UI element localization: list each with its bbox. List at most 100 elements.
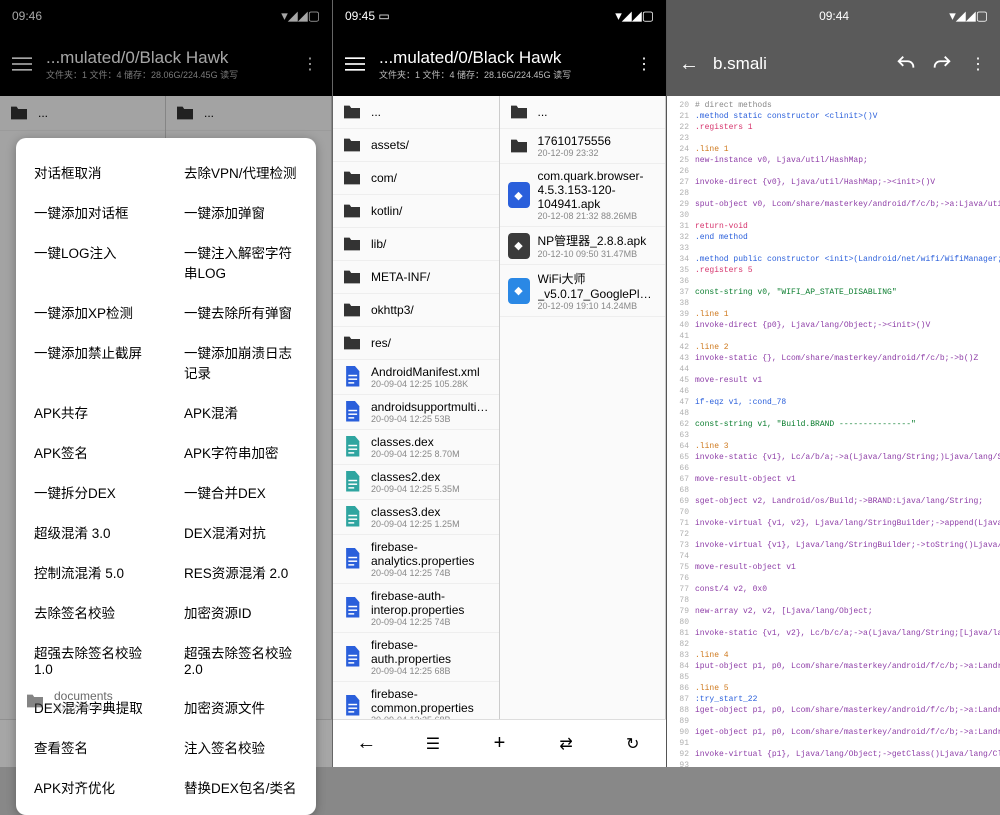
menu-item[interactable]: 对话框取消 [16,152,166,192]
menu-item[interactable]: 去除VPN/代理检测 [166,152,316,192]
left-pane[interactable]: ... assets/com/kotlin/lib/META-INF/okhttp… [333,96,500,719]
menu-item[interactable]: RES资源混淆 2.0 [166,552,316,592]
undo-icon[interactable] [894,52,918,76]
file-row[interactable]: classes2.dex20-09-04 12:25 5.35M [333,465,499,500]
menu-item[interactable]: APK字符串加密 [166,432,316,472]
file-row[interactable]: ◆com.quark.browser-4.5.3.153-120-104941.… [500,164,666,227]
folder-icon [341,299,363,321]
back-icon[interactable]: ← [677,52,701,76]
file-row[interactable]: res/ [333,327,499,360]
more-icon[interactable]: ⋮ [966,52,990,76]
phone-screen-2: 09:45 ▭ ▾◢◢▢ ...mulated/0/Black Hawk 文件夹… [333,0,667,767]
more-icon[interactable]: ⋮ [632,52,656,76]
file-row[interactable]: assets/ [333,129,499,162]
back-button[interactable]: ← [350,728,382,760]
menu-item[interactable]: APK签名 [16,432,166,472]
menu-item[interactable]: 超级混淆 3.0 [16,512,166,552]
file-row[interactable]: 1761017555620-12-09 23:32 [500,129,666,164]
right-pane[interactable]: ...1761017555620-12-09 23:32◆com.quark.b… [500,96,667,719]
file-name: com/ [371,171,491,185]
sort-button[interactable]: ⇄ [550,728,582,760]
menu-item[interactable]: 一键添加弹窗 [166,192,316,232]
file-name: firebase-common.properties [371,687,491,715]
menu-item[interactable]: 一键添加禁止截屏 [16,332,166,392]
menu-item[interactable]: 注入签名校验 [166,727,316,767]
menu-item[interactable]: 去除签名校验 [16,592,166,632]
file-meta: 20-12-09 23:32 [538,148,658,158]
document-icon [341,597,363,619]
refresh-button[interactable]: ↻ [617,728,649,760]
folder-icon [24,690,46,712]
path-title: ...mulated/0/Black Hawk [379,48,620,68]
menu-item[interactable]: 超强去除签名校验2.0 [166,632,316,687]
folder-icon [341,233,363,255]
file-row[interactable]: classes.dex20-09-04 12:25 8.70M [333,430,499,465]
folder-icon [341,134,363,156]
menu-item[interactable]: 一键LOG注入 [16,232,166,292]
code-content[interactable]: # direct methods .method static construc… [693,96,1000,767]
file-row[interactable]: okhttp3/ [333,294,499,327]
menu-item[interactable]: 一键去除所有弹窗 [166,292,316,332]
file-row[interactable]: ... [500,96,666,129]
redo-icon[interactable] [930,52,954,76]
menu-item[interactable]: 替换DEX包名/类名 [166,767,316,807]
file-name: META-INF/ [371,270,491,284]
menu-item[interactable]: 超强去除签名校验1.0 [16,632,166,687]
file-row[interactable]: androidsupportmultidexversion.txt20-09-0… [333,395,499,430]
file-name: assets/ [371,138,491,152]
file-name: okhttp3/ [371,303,491,317]
file-row[interactable]: firebase-auth.properties20-09-04 12:25 6… [333,633,499,682]
file-row[interactable]: kotlin/ [333,195,499,228]
file-row[interactable]: AndroidManifest.xml20-09-04 12:25 105.28… [333,360,499,395]
hamburger-icon[interactable] [343,52,367,76]
menu-item[interactable]: APK混淆 [166,392,316,432]
file-row[interactable]: firebase-common.properties20-09-04 12:25… [333,682,499,719]
file-row[interactable]: ... [333,96,499,129]
status-time: 09:44 [819,9,849,23]
file-row[interactable]: firebase-analytics.properties20-09-04 12… [333,535,499,584]
file-row[interactable]: lib/ [333,228,499,261]
file-row[interactable]: com/ [333,162,499,195]
menu-item[interactable]: 一键注入解密字符串LOG [166,232,316,292]
menu-item[interactable]: 控制流混淆 5.0 [16,552,166,592]
menu-item[interactable]: 一键添加XP检测 [16,292,166,332]
menu-item[interactable]: 一键添加对话框 [16,192,166,232]
file-name: classes3.dex [371,505,491,519]
file-row[interactable]: ◆NP管理器_2.8.8.apk20-12-10 09:50 31.47MB [500,227,666,265]
file-row[interactable]: META-INF/ [333,261,499,294]
file-meta: 20-12-09 19:10 14.24MB [538,301,658,311]
menu-item[interactable]: 查看签名 [16,727,166,767]
function-menu: 对话框取消去除VPN/代理检测一键添加对话框一键添加弹窗一键LOG注入一键注入解… [16,138,316,815]
file-meta: 20-09-04 12:25 1.25M [371,519,491,529]
menu-item[interactable]: DEX混淆对抗 [166,512,316,552]
menu-item[interactable]: 一键合并DEX [166,472,316,512]
document-icon [341,646,363,668]
bg-row: documents 20-12-09 18:47 [24,689,115,713]
file-row[interactable]: ◆WiFi大师_v5.0.17_GooglePlay(1).apk20-12-0… [500,265,666,317]
status-time: 09:45 [345,9,375,23]
file-name: 17610175556 [538,134,658,148]
file-name: kotlin/ [371,204,491,218]
document-icon [341,548,363,570]
file-row[interactable]: classes3.dex20-09-04 12:25 1.25M [333,500,499,535]
file-meta: 20-12-08 21:32 88.26MB [538,211,658,221]
dex-icon [341,436,363,458]
status-bar: 09:45 ▭ ▾◢◢▢ [333,0,666,32]
file-title: b.smali [713,54,882,74]
menu-item[interactable]: 加密资源文件 [166,687,316,727]
file-panes: ... assets/com/kotlin/lib/META-INF/okhttp… [333,96,666,719]
menu-item[interactable]: APK对齐优化 [16,767,166,807]
menu-item[interactable]: 加密资源ID [166,592,316,632]
menu-item[interactable]: 一键添加崩溃日志记录 [166,332,316,392]
add-button[interactable]: + [483,728,515,760]
menu-item[interactable]: APK共存 [16,392,166,432]
bottom-toolbar: ← ☰ + ⇄ ↻ [333,719,666,767]
file-name: androidsupportmultidexversion.txt [371,400,491,414]
menu-item[interactable]: 一键拆分DEX [16,472,166,512]
dex-icon [341,506,363,528]
file-row[interactable]: firebase-auth-interop.properties20-09-04… [333,584,499,633]
list-button[interactable]: ☰ [417,728,449,760]
status-icons: ▾◢◢▢ [615,8,654,24]
code-editor[interactable]: 20 21 22 23 24 25 26 27 28 29 30 31 32 3… [667,96,1000,767]
file-meta: 20-09-04 12:25 105.28K [371,379,491,389]
